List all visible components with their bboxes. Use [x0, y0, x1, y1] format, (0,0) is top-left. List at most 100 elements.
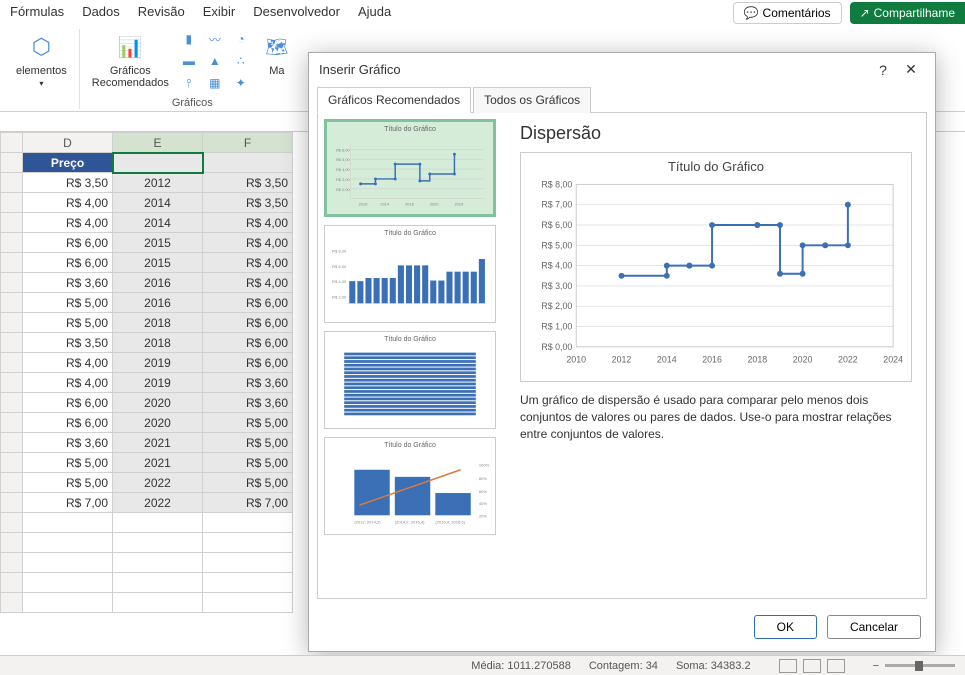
zoom-out-icon[interactable]: −: [873, 660, 879, 672]
row-header[interactable]: [1, 233, 23, 253]
row-header[interactable]: [1, 313, 23, 333]
cell-d[interactable]: R$ 4,00: [23, 353, 113, 373]
cell-f[interactable]: R$ 3,50: [203, 193, 293, 213]
menu-exibir[interactable]: Exibir: [203, 4, 236, 19]
chart-preview[interactable]: Título do Gráfico R$ 0,00R$ 1,00R$ 2,00R…: [520, 152, 912, 382]
cell-e[interactable]: 2019: [113, 373, 203, 393]
chart-type-radar[interactable]: ✦: [229, 73, 253, 93]
menu-desenvolvedor[interactable]: Desenvolvedor: [253, 4, 340, 19]
cell-e[interactable]: 2018: [113, 333, 203, 353]
cell-d[interactable]: R$ 6,00: [23, 413, 113, 433]
cell-e[interactable]: 2014: [113, 193, 203, 213]
cell-f[interactable]: R$ 6,00: [203, 293, 293, 313]
row-header[interactable]: [1, 453, 23, 473]
row-header[interactable]: [1, 433, 23, 453]
row-header[interactable]: [1, 493, 23, 513]
cell-f[interactable]: R$ 5,00: [203, 413, 293, 433]
row-header[interactable]: [1, 333, 23, 353]
cell-f[interactable]: R$ 5,00: [203, 453, 293, 473]
row-header[interactable]: [1, 293, 23, 313]
thumbnail-list[interactable]: Título do Gráfico R$ 8,00R$ 6,00R$ 4,00R…: [318, 113, 506, 598]
cell-d[interactable]: R$ 7,00: [23, 493, 113, 513]
row-header[interactable]: [1, 353, 23, 373]
zoom-slider[interactable]: −: [873, 660, 955, 672]
cell-f-header[interactable]: [203, 153, 293, 173]
graficos-recomendados-button[interactable]: 📊 Gráficos Recomendados: [88, 29, 173, 91]
help-button[interactable]: ?: [869, 62, 897, 78]
cell-d[interactable]: R$ 6,00: [23, 393, 113, 413]
cell-d[interactable]: R$ 3,60: [23, 273, 113, 293]
elementos-button[interactable]: ⬡ elementos ▾: [12, 29, 71, 90]
chart-type-area[interactable]: ▲: [203, 51, 227, 71]
chart-type-scatter[interactable]: ∴: [229, 51, 253, 71]
cell-f[interactable]: R$ 5,00: [203, 433, 293, 453]
chart-type-surface[interactable]: ▦: [203, 73, 227, 93]
zoom-track[interactable]: [885, 664, 955, 667]
cell-e[interactable]: 2015: [113, 233, 203, 253]
thumb-combo[interactable]: Título do Gráfico (2012; 2014,2)(2014,2;…: [324, 437, 496, 535]
page-layout-icon[interactable]: [803, 659, 821, 673]
cell-d[interactable]: R$ 4,00: [23, 193, 113, 213]
chart-type-bar[interactable]: ▬: [177, 51, 201, 71]
cell-d-header[interactable]: Preço: [23, 153, 113, 173]
cell-e[interactable]: 2018: [113, 313, 203, 333]
cell-f[interactable]: R$ 6,00: [203, 353, 293, 373]
col-header-f[interactable]: F: [203, 133, 293, 153]
row-header[interactable]: [1, 473, 23, 493]
ok-button[interactable]: OK: [754, 615, 817, 639]
cell-f[interactable]: R$ 6,00: [203, 333, 293, 353]
zoom-thumb[interactable]: [915, 661, 923, 671]
cancel-button[interactable]: Cancelar: [827, 615, 921, 639]
cell-d[interactable]: R$ 3,60: [23, 433, 113, 453]
cell-e[interactable]: 2016: [113, 273, 203, 293]
cell-d[interactable]: R$ 5,00: [23, 313, 113, 333]
cell-e[interactable]: 2014: [113, 213, 203, 233]
comentarios-button[interactable]: 💬 Comentários: [733, 2, 842, 24]
cell-e[interactable]: 2020: [113, 413, 203, 433]
compartilhar-button[interactable]: ↗ Compartilhame: [850, 2, 965, 24]
cell-d[interactable]: R$ 5,00: [23, 473, 113, 493]
cell-e[interactable]: 2022: [113, 473, 203, 493]
chart-type-pie[interactable]: ◔: [229, 29, 253, 49]
thumb-column[interactable]: Título do Gráfico R$ 8,00R$ 6,00R$ 4,00R…: [324, 225, 496, 323]
cell-d[interactable]: R$ 3,50: [23, 333, 113, 353]
chart-type-stock[interactable]: ⫯: [177, 73, 201, 93]
thumb-scatter[interactable]: Título do Gráfico R$ 8,00R$ 6,00R$ 4,00R…: [324, 119, 496, 217]
cell-f[interactable]: R$ 4,00: [203, 233, 293, 253]
cell-e[interactable]: 2021: [113, 433, 203, 453]
menu-revisao[interactable]: Revisão: [138, 4, 185, 19]
row-header[interactable]: [1, 413, 23, 433]
menu-ajuda[interactable]: Ajuda: [358, 4, 391, 19]
row-header[interactable]: [1, 373, 23, 393]
thumb-bar[interactable]: Título do Gráfico: [324, 331, 496, 429]
cell-d[interactable]: R$ 5,00: [23, 453, 113, 473]
cell-f[interactable]: R$ 4,00: [203, 213, 293, 233]
cell-d[interactable]: R$ 3,50: [23, 173, 113, 193]
row-header[interactable]: [1, 273, 23, 293]
cell-e-header[interactable]: [113, 153, 203, 173]
cell-e[interactable]: 2019: [113, 353, 203, 373]
cell-e[interactable]: 2021: [113, 453, 203, 473]
row-header[interactable]: [1, 213, 23, 233]
row-header[interactable]: [1, 153, 23, 173]
chart-type-line[interactable]: 〰: [203, 29, 227, 49]
normal-view-icon[interactable]: [779, 659, 797, 673]
page-break-icon[interactable]: [827, 659, 845, 673]
cell-e[interactable]: 2012: [113, 173, 203, 193]
row-header[interactable]: [1, 193, 23, 213]
cell-f[interactable]: R$ 3,60: [203, 373, 293, 393]
tab-recomendados[interactable]: Gráficos Recomendados: [317, 87, 471, 113]
row-header[interactable]: [1, 173, 23, 193]
cell-e[interactable]: 2015: [113, 253, 203, 273]
close-button[interactable]: ✕: [897, 61, 925, 78]
cell-d[interactable]: R$ 6,00: [23, 253, 113, 273]
col-header-d[interactable]: D: [23, 133, 113, 153]
cell-f[interactable]: R$ 4,00: [203, 253, 293, 273]
cell-d[interactable]: R$ 6,00: [23, 233, 113, 253]
cell-f[interactable]: R$ 3,50: [203, 173, 293, 193]
cell-e[interactable]: 2022: [113, 493, 203, 513]
cell-d[interactable]: R$ 5,00: [23, 293, 113, 313]
cell-d[interactable]: R$ 4,00: [23, 213, 113, 233]
cell-e[interactable]: 2016: [113, 293, 203, 313]
cell-f[interactable]: R$ 7,00: [203, 493, 293, 513]
